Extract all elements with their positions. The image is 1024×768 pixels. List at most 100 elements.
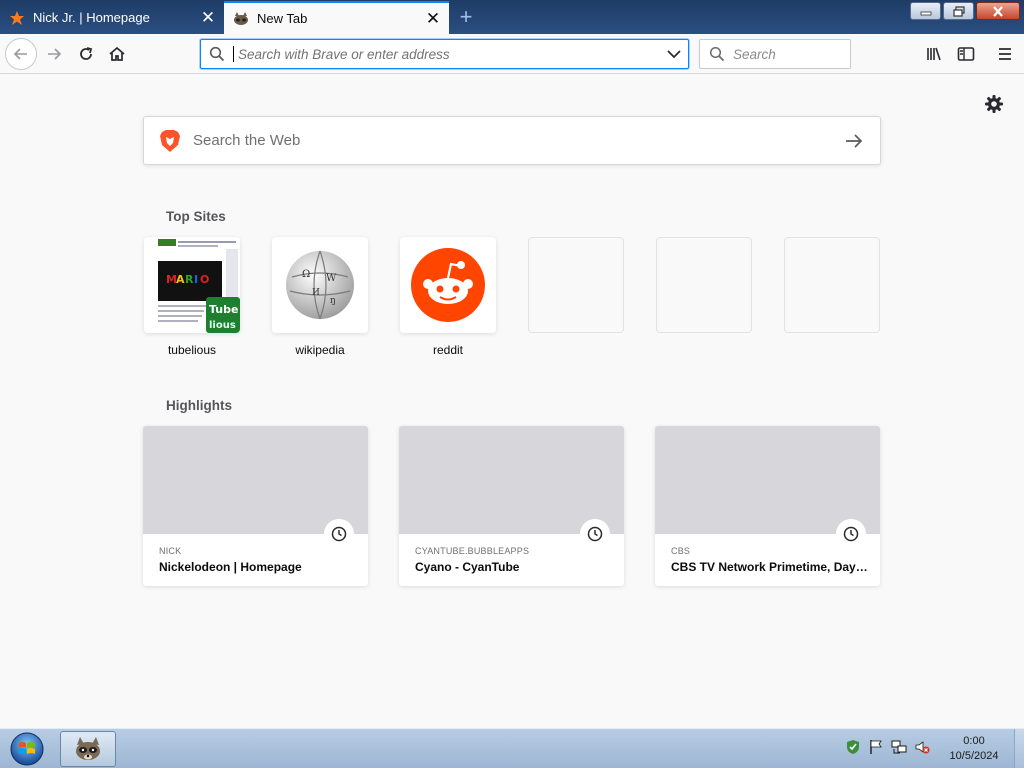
highlight-thumbnail: [399, 426, 624, 534]
svg-text:И: И: [312, 288, 320, 298]
tab-title: Nick Jr. | Homepage: [33, 10, 150, 25]
search-icon: [709, 46, 725, 62]
raccoon-favicon-icon: [233, 11, 249, 27]
forward-arrow-icon: [48, 48, 62, 60]
search-bar[interactable]: Search: [699, 39, 851, 69]
network-icon[interactable]: [891, 739, 907, 755]
dropdown-chevron-icon[interactable]: [660, 40, 688, 68]
brave-logo-icon: [159, 129, 181, 153]
show-desktop-button[interactable]: [1014, 729, 1024, 768]
address-placeholder: Search with Brave or enter address: [238, 46, 450, 62]
svg-text:W: W: [326, 273, 337, 284]
tubelious-thumbnail: M A R I O Tube lious: [144, 237, 240, 333]
home-button[interactable]: [102, 39, 132, 69]
clock-icon: [580, 519, 610, 549]
wikipedia-globe-icon: Ω W И ŋ: [272, 237, 368, 333]
home-icon: [109, 46, 125, 61]
highlight-title: Cyano - CyanTube: [415, 560, 520, 574]
minimize-icon: [920, 11, 931, 16]
taskbar: 0:00 10/5/2024: [0, 728, 1024, 768]
tab-close-icon[interactable]: ✕: [423, 9, 443, 29]
svg-text:O: O: [200, 273, 209, 286]
menu-button[interactable]: [990, 39, 1020, 69]
empty-top-site-slot: [527, 237, 625, 333]
forward-button[interactable]: [39, 39, 69, 69]
start-button[interactable]: [6, 731, 48, 767]
empty-tile: [656, 237, 752, 333]
windows-start-orb-icon: [10, 732, 44, 766]
web-search-placeholder: Search the Web: [193, 132, 301, 149]
top-sites-heading: Top Sites: [166, 209, 226, 224]
tab-strip: Nick Jr. | Homepage ✕ New Tab ✕ +: [0, 0, 1024, 34]
top-site-label: tubelious: [167, 343, 217, 357]
reload-icon: [80, 47, 93, 60]
clock-date: 10/5/2024: [949, 750, 999, 762]
highlight-domain: CYANTUBE.BUBBLEAPPS: [415, 546, 530, 556]
restore-button[interactable]: [943, 2, 974, 20]
tab-nick-jr[interactable]: Nick Jr. | Homepage ✕: [0, 1, 224, 34]
tab-title: New Tab: [257, 11, 308, 26]
tab-close-icon[interactable]: ✕: [198, 8, 218, 28]
window-controls: [910, 2, 1020, 20]
search-placeholder: Search: [733, 46, 776, 62]
volume-muted-icon[interactable]: [914, 739, 930, 755]
top-site-tile[interactable]: Ω W И ŋ wikipedia: [271, 237, 369, 357]
highlights-heading: Highlights: [166, 398, 232, 413]
svg-text:Tube: Tube: [209, 303, 238, 316]
back-arrow-icon: [13, 48, 27, 60]
reddit-logo-icon: [400, 237, 496, 333]
close-window-button[interactable]: [976, 2, 1020, 20]
empty-tile: [784, 237, 880, 333]
library-icon: [927, 47, 941, 61]
nick-jr-favicon-icon: [9, 10, 25, 26]
top-site-tile[interactable]: M A R I O Tube lious tubelious: [143, 237, 241, 357]
settings-gear-icon[interactable]: [984, 94, 1004, 114]
highlight-card[interactable]: CYANTUBE.BUBBLEAPPS Cyano - CyanTube: [399, 426, 624, 586]
svg-text:lious: lious: [209, 320, 236, 331]
browser-taskbar-button[interactable]: [60, 731, 116, 767]
empty-tile: [528, 237, 624, 333]
clock-icon: [836, 519, 866, 549]
close-icon: [993, 5, 1003, 17]
top-site-label: wikipedia: [295, 343, 345, 357]
security-shield-icon[interactable]: [845, 739, 861, 755]
top-site-label: reddit: [432, 343, 464, 357]
minimize-button[interactable]: [910, 2, 941, 20]
raccoon-app-icon: [76, 737, 100, 760]
new-tab-button[interactable]: +: [452, 3, 480, 31]
svg-text:ŋ: ŋ: [330, 296, 336, 306]
svg-text:R: R: [185, 273, 194, 286]
svg-text:A: A: [176, 273, 185, 286]
reload-button[interactable]: [71, 39, 101, 69]
highlight-card[interactable]: NICK Nickelodeon | Homepage: [143, 426, 368, 586]
sidebar-button[interactable]: [951, 39, 981, 69]
empty-top-site-slot: [655, 237, 753, 333]
back-button[interactable]: [5, 38, 37, 70]
restore-icon: [952, 5, 965, 17]
system-tray: [845, 739, 930, 755]
taskbar-clock[interactable]: 0:00 10/5/2024: [940, 734, 1008, 764]
tab-new-tab[interactable]: New Tab ✕: [224, 1, 449, 34]
highlight-title: CBS TV Network Primetime, Daytime, Late …: [671, 560, 871, 574]
library-button[interactable]: [919, 39, 949, 69]
clock-icon: [324, 519, 354, 549]
address-bar[interactable]: Search with Brave or enter address: [200, 39, 689, 69]
highlight-card[interactable]: CBS CBS TV Network Primetime, Daytime, L…: [655, 426, 880, 586]
web-search-box[interactable]: Search the Web: [143, 116, 881, 165]
svg-text:Ω: Ω: [302, 269, 310, 280]
submit-arrow-icon[interactable]: [844, 131, 864, 151]
svg-text:I: I: [194, 273, 198, 286]
highlight-title: Nickelodeon | Homepage: [159, 560, 302, 574]
hamburger-menu-icon: [999, 48, 1011, 60]
navigation-toolbar: Search with Brave or enter address Searc…: [0, 34, 1024, 74]
sidebar-icon: [957, 47, 975, 61]
action-center-flag-icon[interactable]: [868, 739, 884, 755]
highlight-thumbnail: [143, 426, 368, 534]
highlight-domain: NICK: [159, 546, 182, 556]
top-site-tile[interactable]: reddit: [399, 237, 497, 357]
search-icon: [209, 46, 225, 62]
highlight-domain: CBS: [671, 546, 691, 556]
clock-time: 0:00: [963, 735, 985, 747]
highlight-thumbnail: [655, 426, 880, 534]
empty-top-site-slot: [783, 237, 881, 333]
